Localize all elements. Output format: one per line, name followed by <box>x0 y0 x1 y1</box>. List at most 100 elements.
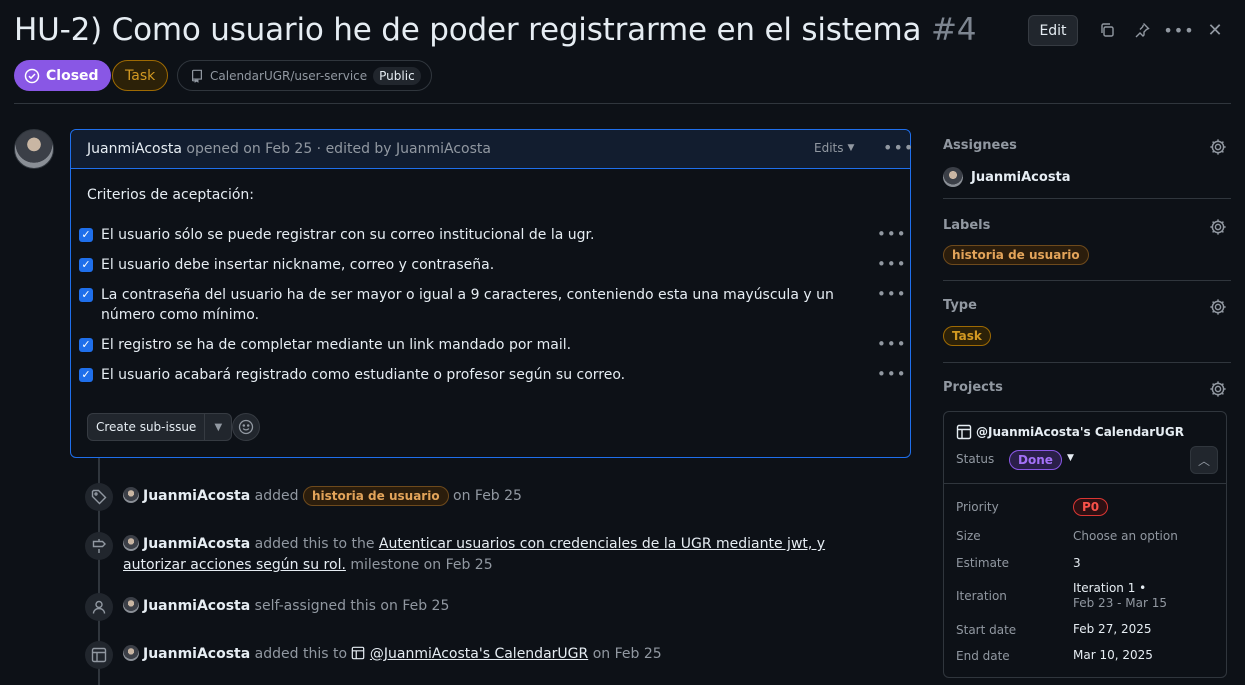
task-item: ✓ La contraseña del usuario ha de ser may… <box>79 285 841 325</box>
assignees-heading: Assignees <box>943 138 1017 153</box>
project-card: @JuanmiAcosta's CalendarUGR Status Done … <box>943 411 1227 678</box>
task-item: ✓ El usuario acabará registrado como estu… <box>79 365 841 385</box>
event-text: added this to <box>254 646 348 662</box>
event-actor[interactable]: JuanmiAcosta <box>143 598 250 614</box>
projects-heading: Projects <box>943 380 1003 395</box>
start-date-label: Start date <box>956 623 1017 637</box>
event-text: self-assigned this on Feb 25 <box>254 598 450 614</box>
event-date[interactable]: on Feb 25 <box>593 646 662 662</box>
sidebar-divider <box>943 280 1231 281</box>
pin-icon[interactable] <box>1132 20 1152 40</box>
task-options-icon[interactable]: ••• <box>877 285 907 303</box>
timeline-event: JuanmiAcosta added this to the Autentica… <box>123 534 853 576</box>
gear-icon[interactable] <box>1209 380 1227 398</box>
tag-icon <box>85 483 113 511</box>
create-sub-issue-button[interactable]: Create sub-issue ▼ <box>87 413 233 441</box>
task-options-icon[interactable]: ••• <box>877 365 907 383</box>
task-text: El usuario sólo se puede registrar con s… <box>101 227 595 243</box>
estimate-label: Estimate <box>956 556 1010 570</box>
smiley-icon <box>238 419 254 435</box>
edit-button[interactable]: Edit <box>1028 15 1078 46</box>
task-text: El registro se ha de completar mediante … <box>101 337 572 353</box>
checkbox-checked-icon[interactable]: ✓ <box>79 368 93 382</box>
caret-down-icon[interactable]: ▼ <box>1067 453 1074 463</box>
comment-author[interactable]: JuanmiAcosta <box>87 141 182 157</box>
gear-icon[interactable] <box>1209 138 1227 156</box>
task-options-icon[interactable]: ••• <box>877 335 907 353</box>
size-value[interactable]: Choose an option <box>1073 529 1178 543</box>
repo-pill[interactable]: CalendarUGR/user-service Public <box>177 60 432 91</box>
author-avatar[interactable] <box>14 129 54 169</box>
add-reaction-button[interactable] <box>232 413 260 441</box>
timeline-event: JuanmiAcosta added this to @JuanmiAcosta… <box>123 644 853 665</box>
start-date-value[interactable]: Feb 27, 2025 <box>1073 622 1152 636</box>
milestone-icon <box>85 532 113 560</box>
type-pill[interactable]: Task <box>943 326 991 346</box>
project-link[interactable]: @JuanmiAcosta's CalendarUGR <box>370 646 588 662</box>
task-text: El usuario acabará registrado como estud… <box>101 367 626 383</box>
assignee-name: JuanmiAcosta <box>971 169 1071 185</box>
criteria-heading: Criterios de aceptación: <box>87 187 255 203</box>
event-text: added this to the <box>254 536 375 552</box>
task-options-icon[interactable]: ••• <box>877 255 907 273</box>
iteration-range: Feb 23 - Mar 15 <box>1073 596 1168 610</box>
comment-options-icon[interactable]: ••• <box>883 138 914 157</box>
issue-title: HU-2) Como usuario he de poder registrar… <box>14 12 976 48</box>
project-title[interactable]: @JuanmiAcosta's CalendarUGR <box>956 424 1184 440</box>
assignee[interactable]: JuanmiAcosta <box>943 167 1071 187</box>
issue-number: #4 <box>930 12 977 48</box>
header-divider <box>14 103 1231 104</box>
label-pill[interactable]: historia de usuario <box>302 486 449 506</box>
task-item: ✓ El usuario sólo se puede registrar con … <box>79 225 841 245</box>
event-actor[interactable]: JuanmiAcosta <box>143 488 250 504</box>
comment-byline: JuanmiAcosta opened on Feb 25 · edited b… <box>87 141 491 157</box>
event-actor[interactable]: JuanmiAcosta <box>143 536 250 552</box>
avatar[interactable] <box>123 645 139 661</box>
project-table-icon <box>85 641 113 669</box>
estimate-value[interactable]: 3 <box>1073 556 1081 570</box>
avatar <box>943 167 963 187</box>
check-circle-icon <box>24 68 40 83</box>
issue-type-badge[interactable]: Task <box>112 60 169 91</box>
avatar[interactable] <box>123 597 139 613</box>
collapse-button[interactable]: ︿ <box>1190 446 1218 474</box>
avatar[interactable] <box>123 487 139 503</box>
gear-icon[interactable] <box>1209 298 1227 316</box>
copy-icon[interactable] <box>1097 20 1117 40</box>
comment-header: JuanmiAcosta opened on Feb 25 · edited b… <box>71 130 913 169</box>
iteration-value[interactable]: Iteration 1 • <box>1073 581 1146 595</box>
checkbox-checked-icon[interactable]: ✓ <box>79 288 93 302</box>
priority-pill[interactable]: P0 <box>1073 498 1109 516</box>
end-date-label: End date <box>956 649 1010 663</box>
avatar[interactable] <box>123 535 139 551</box>
status-pill[interactable]: Done <box>1009 450 1062 470</box>
more-options-icon[interactable]: ••• <box>1163 20 1193 40</box>
event-text: added <box>254 488 299 504</box>
edits-dropdown[interactable]: Edits ▼ <box>814 141 854 155</box>
issue-body-comment: JuanmiAcosta opened on Feb 25 · edited b… <box>70 129 913 458</box>
task-item: ✓ El usuario debe insertar nickname, corr… <box>79 255 841 275</box>
checkbox-checked-icon[interactable]: ✓ <box>79 338 93 352</box>
close-icon[interactable]: ✕ <box>1205 20 1225 41</box>
project-divider <box>944 483 1226 484</box>
task-options-icon[interactable]: ••• <box>877 225 907 243</box>
task-item: ✓ El registro se ha de completar mediante… <box>79 335 841 355</box>
checkbox-checked-icon[interactable]: ✓ <box>79 258 93 272</box>
status-field-label: Status <box>956 452 995 466</box>
event-date[interactable]: milestone on Feb 25 <box>350 557 492 573</box>
timeline-event: JuanmiAcosta self-assigned this on Feb 2… <box>123 596 853 617</box>
event-date[interactable]: on Feb 25 <box>453 488 522 504</box>
sidebar-divider <box>943 198 1231 199</box>
label-pill[interactable]: historia de usuario <box>943 245 1089 265</box>
caret-down-icon[interactable]: ▼ <box>205 422 231 433</box>
chevron-up-icon: ︿ <box>1197 453 1210 468</box>
checkbox-checked-icon[interactable]: ✓ <box>79 228 93 242</box>
event-actor[interactable]: JuanmiAcosta <box>143 646 250 662</box>
status-label: Closed <box>46 67 99 84</box>
comment-meta[interactable]: opened on Feb 25 · edited by JuanmiAcost… <box>186 141 491 157</box>
end-date-value[interactable]: Mar 10, 2025 <box>1073 648 1153 662</box>
status-badge-closed: Closed <box>14 60 111 91</box>
gear-icon[interactable] <box>1209 218 1227 236</box>
timeline-event: JuanmiAcosta added historia de usuario o… <box>123 486 853 507</box>
caret-down-icon: ▼ <box>847 143 855 153</box>
